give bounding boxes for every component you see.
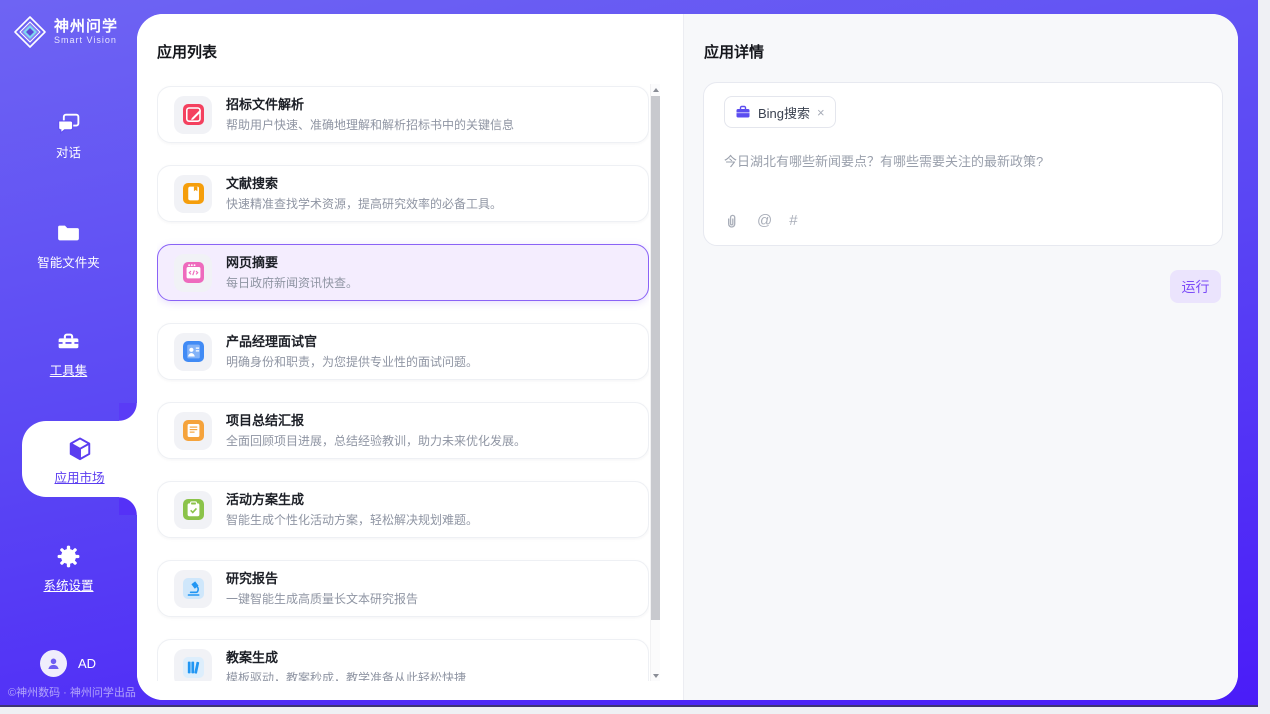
- active-tab-fillet-top: [119, 403, 137, 421]
- books-icon: [174, 649, 212, 682]
- book-icon: [174, 175, 212, 213]
- clipboard-check-icon: [174, 491, 212, 529]
- avatar: [40, 650, 67, 677]
- run-button[interactable]: 运行: [1170, 270, 1221, 303]
- user-account[interactable]: AD: [40, 650, 96, 677]
- tool-chip-label: Bing搜索: [758, 103, 810, 122]
- chip-close-icon[interactable]: ×: [817, 106, 825, 119]
- hash-icon[interactable]: #: [789, 212, 797, 229]
- app-card-desc: 明确身份和职责，为您提供专业性的面试问题。: [226, 355, 478, 369]
- sidebar-item-toolbox[interactable]: 工具集: [0, 328, 137, 379]
- folder-icon: [0, 220, 137, 247]
- app-card[interactable]: 活动方案生成智能生成个性化活动方案，轻松解决规划难题。: [157, 481, 649, 538]
- app-card-desc: 帮助用户快速、准确地理解和解析招标书中的关键信息: [226, 118, 514, 132]
- person-icon: [44, 654, 63, 673]
- query-text[interactable]: 今日湖北有哪些新闻要点？有哪些需要关注的最新政策?: [724, 152, 1202, 171]
- microscope-icon: [174, 570, 212, 608]
- app-card-desc: 全面回顾项目进展，总结经验教训，助力未来优化发展。: [226, 434, 526, 448]
- app-card-desc: 快速精准查找学术资源，提高研究效率的必备工具。: [226, 197, 502, 211]
- sidebar-item-gear[interactable]: 系统设置: [0, 543, 137, 594]
- input-toolbar: @ #: [723, 212, 798, 229]
- username: AD: [78, 656, 96, 671]
- app-list-title: 应用列表: [157, 41, 217, 62]
- app-card-name: 教案生成: [226, 650, 466, 665]
- gear-icon: [0, 543, 137, 570]
- app-card-name: 网页摘要: [226, 255, 358, 270]
- sidebar-item-chat[interactable]: 对话: [0, 110, 137, 161]
- sidebar-item-label: 对话: [0, 142, 137, 161]
- brand-logo: 神州问学 Smart Vision: [13, 15, 133, 49]
- scroll-down-button[interactable]: [651, 670, 660, 681]
- toolbox-icon: [0, 328, 137, 355]
- app-card[interactable]: 招标文件解析帮助用户快速、准确地理解和解析招标书中的关键信息: [157, 86, 649, 143]
- sidebar-item-label: 应用市场: [22, 467, 137, 486]
- diamond-logo-icon: [13, 15, 47, 49]
- app-card[interactable]: 教案生成模板驱动，教案秒成，教学准备从此轻松快捷: [157, 639, 649, 681]
- app-card-name: 项目总结汇报: [226, 413, 526, 428]
- interview-icon: [174, 333, 212, 371]
- sidebar-item-label: 工具集: [0, 360, 137, 379]
- sidebar-item-cube[interactable]: 应用市场: [22, 421, 137, 497]
- app-detail-title: 应用详情: [704, 41, 764, 62]
- app-card-name: 招标文件解析: [226, 97, 514, 112]
- scrollbar[interactable]: [650, 84, 660, 681]
- app-list-pane: 应用列表 招标文件解析帮助用户快速、准确地理解和解析招标书中的关键信息文献搜索快…: [137, 14, 683, 700]
- scroll-thumb[interactable]: [651, 96, 660, 620]
- paperclip-icon[interactable]: [723, 212, 740, 229]
- sidebar-item-folder[interactable]: 智能文件夹: [0, 220, 137, 271]
- app-card-desc: 智能生成个性化活动方案，轻松解决规划难题。: [226, 513, 478, 527]
- main-panel: 应用列表 招标文件解析帮助用户快速、准确地理解和解析招标书中的关键信息文献搜索快…: [137, 14, 1238, 700]
- app-card-desc: 模板驱动，教案秒成，教学准备从此轻松快捷: [226, 671, 466, 681]
- sidebar-item-label: 系统设置: [0, 575, 137, 594]
- app-card-desc: 一键智能生成高质量长文本研究报告: [226, 592, 418, 606]
- app-card[interactable]: 项目总结汇报全面回顾项目进展，总结经验教训，助力未来优化发展。: [157, 402, 649, 459]
- at-icon[interactable]: @: [757, 212, 772, 229]
- cube-icon: [22, 435, 137, 463]
- scroll-up-button[interactable]: [651, 84, 660, 95]
- tool-chip-bing-search[interactable]: Bing搜索 ×: [724, 96, 836, 128]
- app-window: 神州问学 Smart Vision 对话智能文件夹工具集应用市场系统设置 AD …: [0, 0, 1258, 707]
- browser-icon: [174, 254, 212, 292]
- app-card-name: 产品经理面试官: [226, 334, 478, 349]
- pen-icon: [174, 96, 212, 134]
- app-card-name: 文献搜索: [226, 176, 502, 191]
- app-card-name: 活动方案生成: [226, 492, 478, 507]
- app-card[interactable]: 网页摘要每日政府新闻资讯快查。: [157, 244, 649, 301]
- briefcase-icon: [735, 104, 751, 120]
- app-card[interactable]: 产品经理面试官明确身份和职责，为您提供专业性的面试问题。: [157, 323, 649, 380]
- app-list: 招标文件解析帮助用户快速、准确地理解和解析招标书中的关键信息文献搜索快速精准查找…: [157, 84, 649, 681]
- chat-icon: [0, 110, 137, 137]
- app-card[interactable]: 研究报告一键智能生成高质量长文本研究报告: [157, 560, 649, 617]
- app-detail-pane: 应用详情 Bing搜索 × 今日湖北有哪些新闻要点？有哪些需要关注的最新政策?: [683, 14, 1238, 700]
- app-card-name: 研究报告: [226, 571, 418, 586]
- prompt-input-card[interactable]: Bing搜索 × 今日湖北有哪些新闻要点？有哪些需要关注的最新政策? @ #: [703, 82, 1223, 246]
- copyright-text: ©神州数码 · 神州问学出品: [8, 684, 136, 700]
- app-card[interactable]: 文献搜索快速精准查找学术资源，提高研究效率的必备工具。: [157, 165, 649, 222]
- app-card-desc: 每日政府新闻资讯快查。: [226, 276, 358, 290]
- notepad-icon: [174, 412, 212, 450]
- brand-subtitle: Smart Vision: [54, 35, 118, 46]
- sidebar-item-label: 智能文件夹: [0, 252, 137, 271]
- brand-name: 神州问学: [54, 19, 118, 35]
- active-tab-fillet-bottom: [119, 497, 137, 515]
